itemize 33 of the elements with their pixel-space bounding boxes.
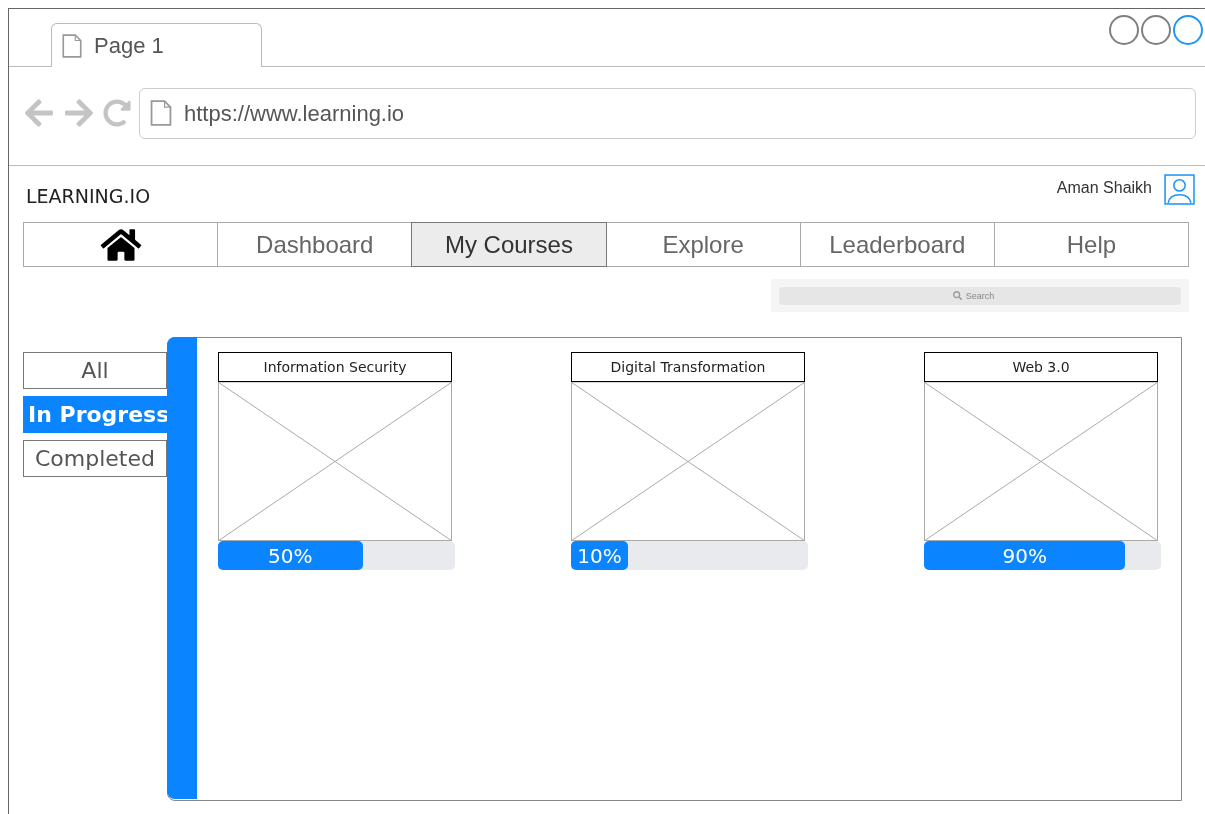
progress-label: 90%	[1002, 542, 1047, 570]
logo-text: LEARNING.IO	[26, 184, 151, 209]
course-title: Web 3.0	[924, 352, 1158, 382]
address-bar[interactable]: https://www.learning.io	[139, 87, 1196, 139]
course-title: Digital Transformation	[571, 352, 805, 382]
search-field[interactable]: Search	[779, 286, 1181, 305]
nav-tab[interactable]: My Courses	[411, 222, 607, 267]
page-icon	[150, 100, 172, 126]
url-text: https://www.learning.io	[184, 99, 405, 128]
search-icon	[953, 291, 962, 300]
window-control-button[interactable]	[1141, 15, 1171, 45]
user-name: Aman Shaikh	[1056, 178, 1152, 198]
nav-tab[interactable]: Leaderboard	[799, 222, 995, 267]
progress-label: 50%	[268, 542, 313, 570]
filter-tab[interactable]: Completed	[23, 440, 167, 477]
page-icon	[62, 33, 82, 58]
filter-tab[interactable]: All	[23, 352, 167, 389]
reload-icon[interactable]	[103, 99, 131, 127]
filter-tab[interactable]: In Progress	[23, 396, 167, 433]
tab-label: Page 1	[94, 32, 164, 60]
user-avatar-icon[interactable]	[1164, 174, 1195, 205]
back-icon[interactable]	[23, 97, 55, 129]
nav-tab[interactable]: Help	[993, 222, 1190, 267]
window-control-button[interactable]	[1109, 15, 1139, 45]
course-title: Information Security	[218, 352, 452, 382]
nav-tab[interactable]: Explore	[605, 222, 801, 267]
home-tab[interactable]	[23, 222, 219, 267]
nav-tab[interactable]: Dashboard	[217, 222, 413, 267]
window-control-button[interactable]	[1173, 15, 1203, 45]
home-icon	[98, 226, 143, 263]
progress-label: 10%	[577, 542, 622, 570]
browser-tab[interactable]: Page 1	[51, 23, 262, 67]
forward-icon[interactable]	[63, 97, 95, 129]
